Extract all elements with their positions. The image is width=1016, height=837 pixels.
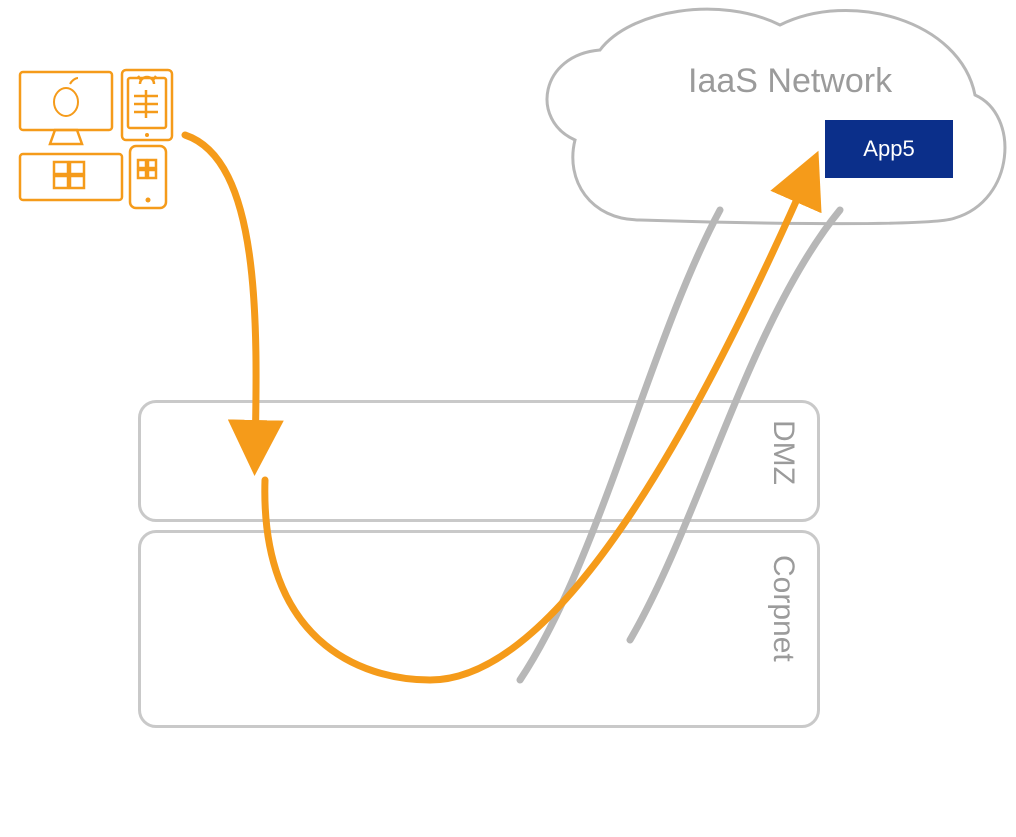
diagram-canvas: IaaS Network App5 DMZ Corpnet [0, 0, 1016, 837]
flow-arrow [0, 0, 1016, 837]
